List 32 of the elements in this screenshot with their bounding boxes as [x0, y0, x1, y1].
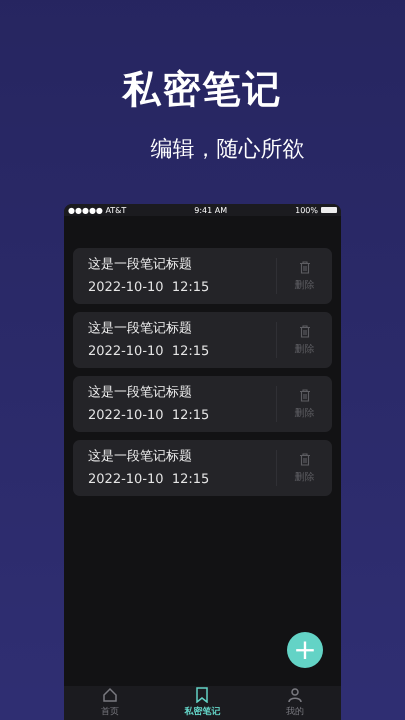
- note-title: 这是一段笔记标题: [88, 385, 193, 400]
- tab[interactable]: 首页: [75, 687, 146, 720]
- note-date: 2022-10-10 12:15: [88, 344, 210, 359]
- delete-button[interactable]: 删除: [276, 322, 332, 358]
- bookmark-icon: [194, 687, 210, 703]
- battery-percentage: 100%: [295, 206, 318, 214]
- note-date: 2022-10-10 12:15: [88, 472, 210, 487]
- clock: 9:41 AM: [194, 206, 228, 214]
- note-title: 这是一段笔记标题: [88, 321, 193, 336]
- trash-icon: [298, 452, 310, 466]
- carrier-label: ●●●●● AT&T: [68, 206, 126, 214]
- tab[interactable]: 私密笔记: [167, 687, 238, 720]
- note-date: 2022-10-10 12:15: [88, 408, 210, 423]
- note-card[interactable]: 这是一段笔记标题 2022-10-10 12:15 删除: [73, 312, 332, 368]
- trash-icon: [298, 388, 310, 402]
- subtitle: 编辑，随心所欲: [150, 136, 304, 164]
- trash-icon: [298, 324, 310, 338]
- home-icon: [102, 687, 118, 703]
- note-card[interactable]: 这是一段笔记标题 2022-10-10 12:15 删除: [73, 440, 332, 496]
- battery-icon: [320, 207, 337, 213]
- delete-button[interactable]: 删除: [276, 258, 332, 294]
- tab[interactable]: 我的: [260, 687, 330, 720]
- headline: 私密笔记: [122, 66, 282, 112]
- note-date: 2022-10-10 12:15: [88, 280, 210, 295]
- delete-button[interactable]: 删除: [276, 450, 332, 486]
- note-card[interactable]: 这是一段笔记标题 2022-10-10 12:15 删除: [73, 376, 332, 432]
- trash-icon: [298, 260, 310, 274]
- delete-button[interactable]: 删除: [276, 386, 332, 422]
- note-title: 这是一段笔记标题: [88, 449, 193, 464]
- note-card[interactable]: 这是一段笔记标题 2022-10-10 12:15 删除: [73, 248, 332, 304]
- person-icon: [286, 687, 303, 703]
- note-title: 这是一段笔记标题: [88, 257, 193, 272]
